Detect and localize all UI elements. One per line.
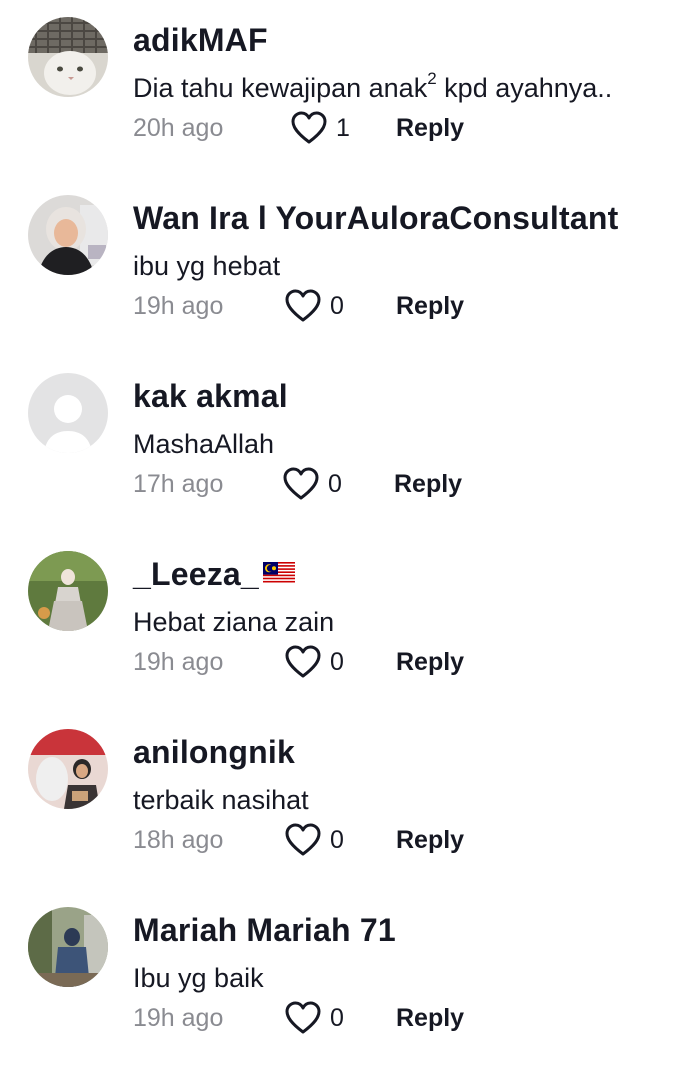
comment-item: anilongnik terbaik nasihat 18h ago 0 Rep… <box>0 712 694 890</box>
like-button[interactable]: 0 <box>283 464 342 504</box>
like-button[interactable]: 1 <box>291 108 350 148</box>
timestamp: 17h ago <box>133 470 224 498</box>
avatar[interactable] <box>28 195 108 275</box>
comment-meta: 18h ago 0 Reply <box>133 816 533 862</box>
reply-button[interactable]: Reply <box>394 468 462 500</box>
username-text: _Leeza_ <box>133 556 259 592</box>
cat-avatar-icon <box>28 17 108 97</box>
timestamp: 19h ago <box>133 1004 224 1032</box>
username[interactable]: Mariah Mariah 71 <box>133 908 396 952</box>
comment-meta: 20h ago 1 Reply <box>133 104 533 150</box>
comment-item: Wan Ira l YourAuloraConsultant ibu yg he… <box>0 178 694 356</box>
comment-text: ibu yg hebat <box>133 251 281 281</box>
timestamp: 20h ago <box>133 114 224 142</box>
comment-meta: 19h ago 0 Reply <box>133 638 533 684</box>
reply-button[interactable]: Reply <box>396 824 464 856</box>
timestamp: 18h ago <box>133 826 224 854</box>
avatar[interactable] <box>28 729 108 809</box>
heart-icon <box>285 1001 321 1034</box>
heart-icon <box>285 823 321 856</box>
user-photo-icon <box>28 729 108 809</box>
heart-icon <box>285 289 321 322</box>
comment-item: kak akmal MashaAllah 17h ago 0 Reply <box>0 356 694 534</box>
heart-icon <box>283 467 319 500</box>
username[interactable]: _Leeza_ <box>133 552 295 596</box>
comment-text: terbaik nasihat <box>133 785 309 815</box>
like-button[interactable]: 0 <box>285 286 344 326</box>
like-count: 0 <box>330 826 344 854</box>
comment-list: adikMAF Dia tahu kewajipan anak2 kpd aya… <box>0 0 694 1066</box>
reply-button[interactable]: Reply <box>396 646 464 678</box>
heart-icon <box>285 645 321 678</box>
malaysia-flag-icon <box>262 561 295 584</box>
user-photo-icon <box>28 195 108 275</box>
like-count: 0 <box>330 1004 344 1032</box>
timestamp: 19h ago <box>133 648 224 676</box>
user-photo-icon <box>28 907 108 987</box>
avatar[interactable] <box>28 373 108 453</box>
heart-icon <box>291 111 327 144</box>
default-avatar-icon <box>28 373 108 453</box>
like-button[interactable]: 0 <box>285 998 344 1038</box>
comment-text: Hebat ziana zain <box>133 607 335 637</box>
reply-button[interactable]: Reply <box>396 1002 464 1034</box>
like-count: 0 <box>330 292 344 320</box>
user-photo-icon <box>28 551 108 631</box>
avatar[interactable] <box>28 17 108 97</box>
comment-item: _Leeza_ Hebat ziana zain 19h ago 0 Reply <box>0 534 694 712</box>
comment-meta: 19h ago 0 Reply <box>133 994 533 1040</box>
like-count: 0 <box>328 470 342 498</box>
like-count: 0 <box>330 648 344 676</box>
username[interactable]: Wan Ira l YourAuloraConsultant <box>133 196 618 240</box>
timestamp: 19h ago <box>133 292 224 320</box>
comment-text: Ibu yg baik <box>133 963 264 993</box>
comment-meta: 17h ago 0 Reply <box>133 460 533 506</box>
avatar[interactable] <box>28 551 108 631</box>
comment-text: Dia tahu kewajipan anak2 kpd ayahnya.. <box>133 69 613 103</box>
like-button[interactable]: 0 <box>285 642 344 682</box>
username[interactable]: kak akmal <box>133 374 288 418</box>
comment-item: adikMAF Dia tahu kewajipan anak2 kpd aya… <box>0 0 694 178</box>
like-button[interactable]: 0 <box>285 820 344 860</box>
avatar[interactable] <box>28 907 108 987</box>
reply-button[interactable]: Reply <box>396 112 464 144</box>
comment-meta: 19h ago 0 Reply <box>133 282 533 328</box>
username[interactable]: anilongnik <box>133 730 295 774</box>
comment-item: Mariah Mariah 71 Ibu yg baik 19h ago 0 R… <box>0 890 694 1068</box>
like-count: 1 <box>336 114 350 142</box>
reply-button[interactable]: Reply <box>396 290 464 322</box>
comment-text: MashaAllah <box>133 429 275 459</box>
username[interactable]: adikMAF <box>133 18 268 62</box>
